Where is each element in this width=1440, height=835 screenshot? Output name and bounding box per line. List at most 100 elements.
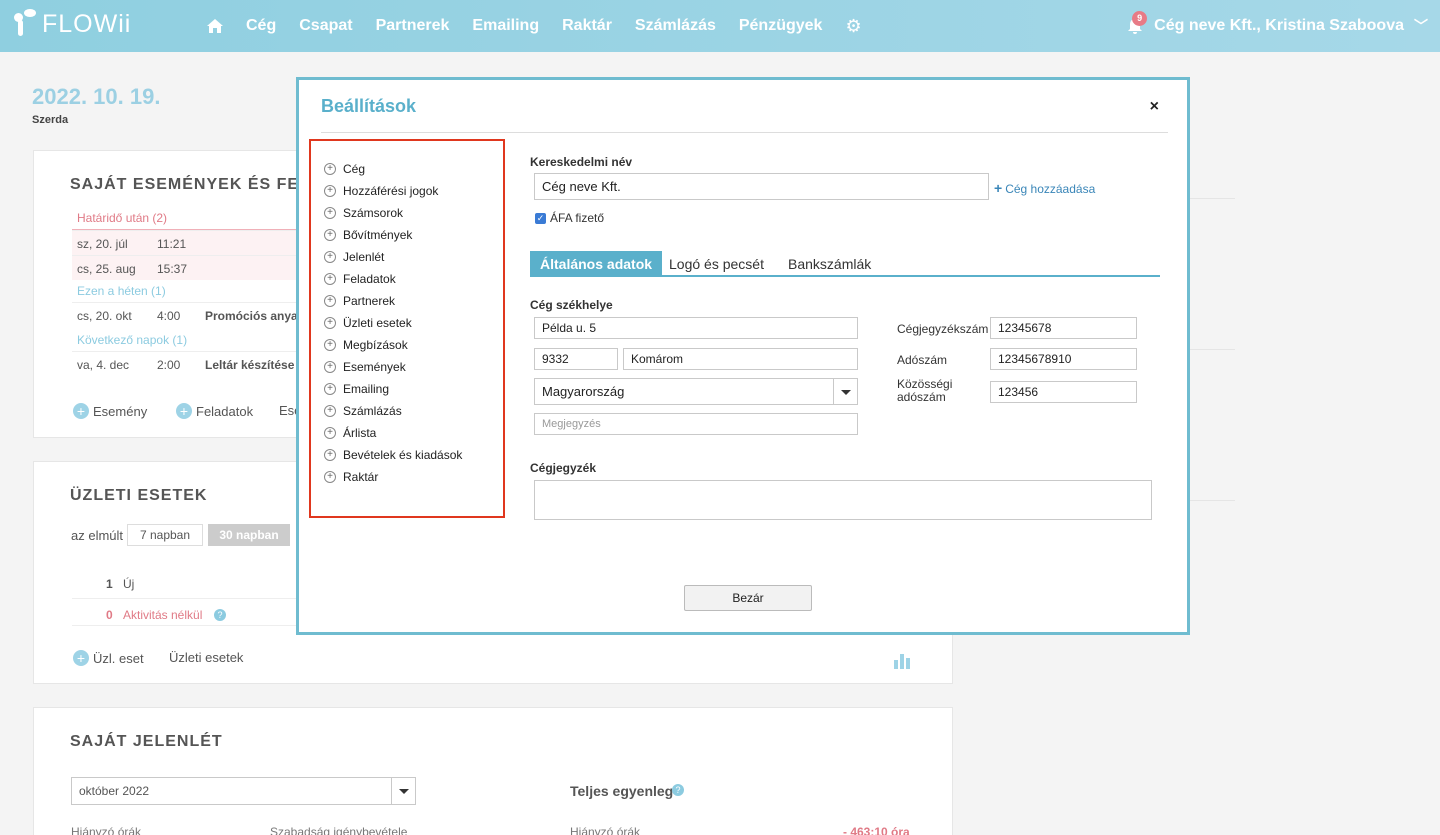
- attendance-card: SAJÁT JELENLÉT: [33, 707, 953, 835]
- missing-hours-label-2: Hiányzó órák: [570, 825, 641, 835]
- menu-item-attendance[interactable]: + Jelenlét: [311, 246, 503, 268]
- month-select[interactable]: október 2022: [71, 777, 416, 805]
- nav-item-partnerek[interactable]: Partnerek: [376, 17, 450, 35]
- expand-icon: +: [324, 361, 336, 373]
- menu-item-ceg[interactable]: + Cég: [311, 158, 503, 180]
- bell-icon[interactable]: 9: [1126, 11, 1148, 35]
- close-icon[interactable]: ×: [1150, 98, 1159, 116]
- tab-logo-stamp[interactable]: Logó és pecsét: [669, 251, 764, 277]
- nav-item-csapat[interactable]: Csapat: [299, 17, 352, 35]
- menu-item-price-list[interactable]: + Árlista: [311, 422, 503, 444]
- divider: [72, 625, 296, 626]
- tab-general[interactable]: Általános adatok: [530, 251, 663, 277]
- menu-item-tasks[interactable]: + Feladatok: [311, 268, 503, 290]
- events-title: SAJÁT ESEMÉNYEK ÉS FELA: [70, 176, 323, 193]
- home-icon[interactable]: [206, 17, 224, 35]
- expand-icon: +: [324, 185, 336, 197]
- reg-no-input[interactable]: 12345678: [990, 317, 1137, 339]
- expand-icon: +: [324, 449, 336, 461]
- expand-icon: +: [324, 295, 336, 307]
- business-title: ÜZLETI ESETEK: [70, 487, 208, 504]
- nav-item-ceg[interactable]: Cég: [246, 17, 276, 35]
- chevron-down-icon[interactable]: [391, 778, 415, 804]
- new-label[interactable]: Új: [123, 577, 134, 591]
- menu-item-extensions[interactable]: + Bővítmények: [311, 224, 503, 246]
- vat-payer-checkbox[interactable]: ✓ ÁFA fizető: [535, 211, 604, 225]
- period-7-button[interactable]: 7 napban: [127, 524, 203, 546]
- help-icon[interactable]: ?: [214, 609, 226, 621]
- menu-item-access-rights[interactable]: + Hozzáférési jogok: [311, 180, 503, 202]
- missing-hours-value: - 463:10 óra: [843, 825, 910, 835]
- street-input[interactable]: Példa u. 5: [534, 317, 858, 339]
- current-weekday: Szerda: [32, 114, 69, 126]
- expand-icon: +: [324, 273, 336, 285]
- expand-icon: +: [324, 339, 336, 351]
- plus-icon: +: [994, 180, 1003, 196]
- registry-textarea[interactable]: [534, 480, 1152, 520]
- close-button[interactable]: Bezár: [684, 585, 812, 611]
- menu-item-events[interactable]: + Események: [311, 356, 503, 378]
- inactive-label[interactable]: Aktivitás nélkül: [123, 608, 202, 622]
- leave-request-label: Szabadság igénybevétele: [270, 825, 408, 835]
- attendance-title: SAJÁT JELENLÉT: [70, 733, 223, 750]
- registry-label: Cégjegyzék: [530, 461, 597, 475]
- add-task-button[interactable]: + Feladatok: [176, 403, 253, 419]
- menu-item-business-cases[interactable]: + Üzleti esetek: [311, 312, 503, 334]
- logo-text: FLOWii: [42, 9, 132, 38]
- top-navbar: FLOWii Cég Csapat Partnerek Emailing Rak…: [0, 0, 1440, 52]
- menu-item-income-expenses[interactable]: + Bevételek és kiadások: [311, 444, 503, 466]
- chevron-down-icon[interactable]: ﹀: [1414, 16, 1428, 36]
- reg-no-label: Cégjegyzékszám: [897, 322, 989, 336]
- gear-icon[interactable]: ⚙: [845, 16, 861, 37]
- bar-chart-icon[interactable]: [894, 653, 912, 669]
- trade-name-label: Kereskedelmi név: [530, 155, 633, 169]
- add-business-case-button[interactable]: + Üzl. eset: [73, 650, 144, 666]
- country-select[interactable]: Magyarország: [534, 378, 858, 405]
- menu-item-warehouse[interactable]: + Raktár: [311, 466, 503, 488]
- nav-item-emailing[interactable]: Emailing: [472, 17, 539, 35]
- expand-icon: +: [324, 229, 336, 241]
- menu-item-number-series[interactable]: + Számsorok: [311, 202, 503, 224]
- plus-icon: +: [73, 403, 89, 419]
- business-cases-link[interactable]: Üzleti esetek: [169, 650, 243, 665]
- nav-item-szamlazas[interactable]: Számlázás: [635, 17, 716, 35]
- expand-icon: +: [324, 251, 336, 263]
- overdue-heading: Határidő után (2): [72, 211, 312, 230]
- expand-icon: +: [324, 471, 336, 483]
- divider: [1190, 198, 1235, 199]
- period-30-button[interactable]: 30 napban: [208, 524, 290, 546]
- add-event-button[interactable]: + Esemény: [73, 403, 147, 419]
- flowii-logo[interactable]: FLOWii: [12, 9, 131, 39]
- zip-input[interactable]: 9332: [534, 348, 618, 370]
- menu-item-partners[interactable]: + Partnerek: [311, 290, 503, 312]
- user-name[interactable]: Cég neve Kft., Kristina Szaboova: [1154, 17, 1404, 35]
- expand-icon: +: [324, 405, 336, 417]
- event-row[interactable]: cs, 20. okt 4:00 Promóciós anyag: [72, 302, 312, 327]
- balance-title: Teljes egyenleg: [570, 783, 674, 799]
- nav-item-penzugyek[interactable]: Pénzügyek: [739, 17, 823, 35]
- trade-name-input[interactable]: Cég neve Kft.: [534, 173, 989, 200]
- note-input[interactable]: Megjegyzés: [534, 413, 858, 435]
- event-row[interactable]: sz, 20. júl 11:21: [72, 230, 312, 255]
- current-date: 2022. 10. 19.: [32, 84, 161, 109]
- nav-item-raktar[interactable]: Raktár: [562, 17, 612, 35]
- tab-bank-accounts[interactable]: Bankszámlák: [788, 251, 871, 277]
- event-row[interactable]: cs, 25. aug 15:37: [72, 255, 312, 280]
- help-icon[interactable]: ?: [672, 784, 684, 796]
- event-row[interactable]: va, 4. dec 2:00 Leltár készítése: [72, 351, 312, 376]
- menu-item-orders[interactable]: + Megbízások: [311, 334, 503, 356]
- user-menu[interactable]: 9 Cég neve Kft., Kristina Szaboova ﹀: [1126, 0, 1428, 52]
- menu-item-emailing[interactable]: + Emailing: [311, 378, 503, 400]
- add-company-link[interactable]: + Cég hozzáadása: [994, 180, 1095, 196]
- eu-tax-input[interactable]: 123456: [990, 381, 1137, 403]
- menu-item-invoicing[interactable]: + Számlázás: [311, 400, 503, 422]
- week-heading: Ezen a héten (1): [77, 284, 166, 298]
- city-input[interactable]: Komárom: [623, 348, 858, 370]
- checkmark-icon: ✓: [535, 212, 546, 224]
- hq-label: Cég székhelye: [530, 298, 613, 312]
- settings-tabs: Általános adatok Logó és pecsét Bankszám…: [530, 251, 1160, 277]
- tax-no-input[interactable]: 12345678910: [990, 348, 1137, 370]
- chevron-down-icon[interactable]: [833, 379, 857, 404]
- divider: [1190, 500, 1235, 501]
- eu-tax-label: Közösségi adószám: [897, 377, 953, 404]
